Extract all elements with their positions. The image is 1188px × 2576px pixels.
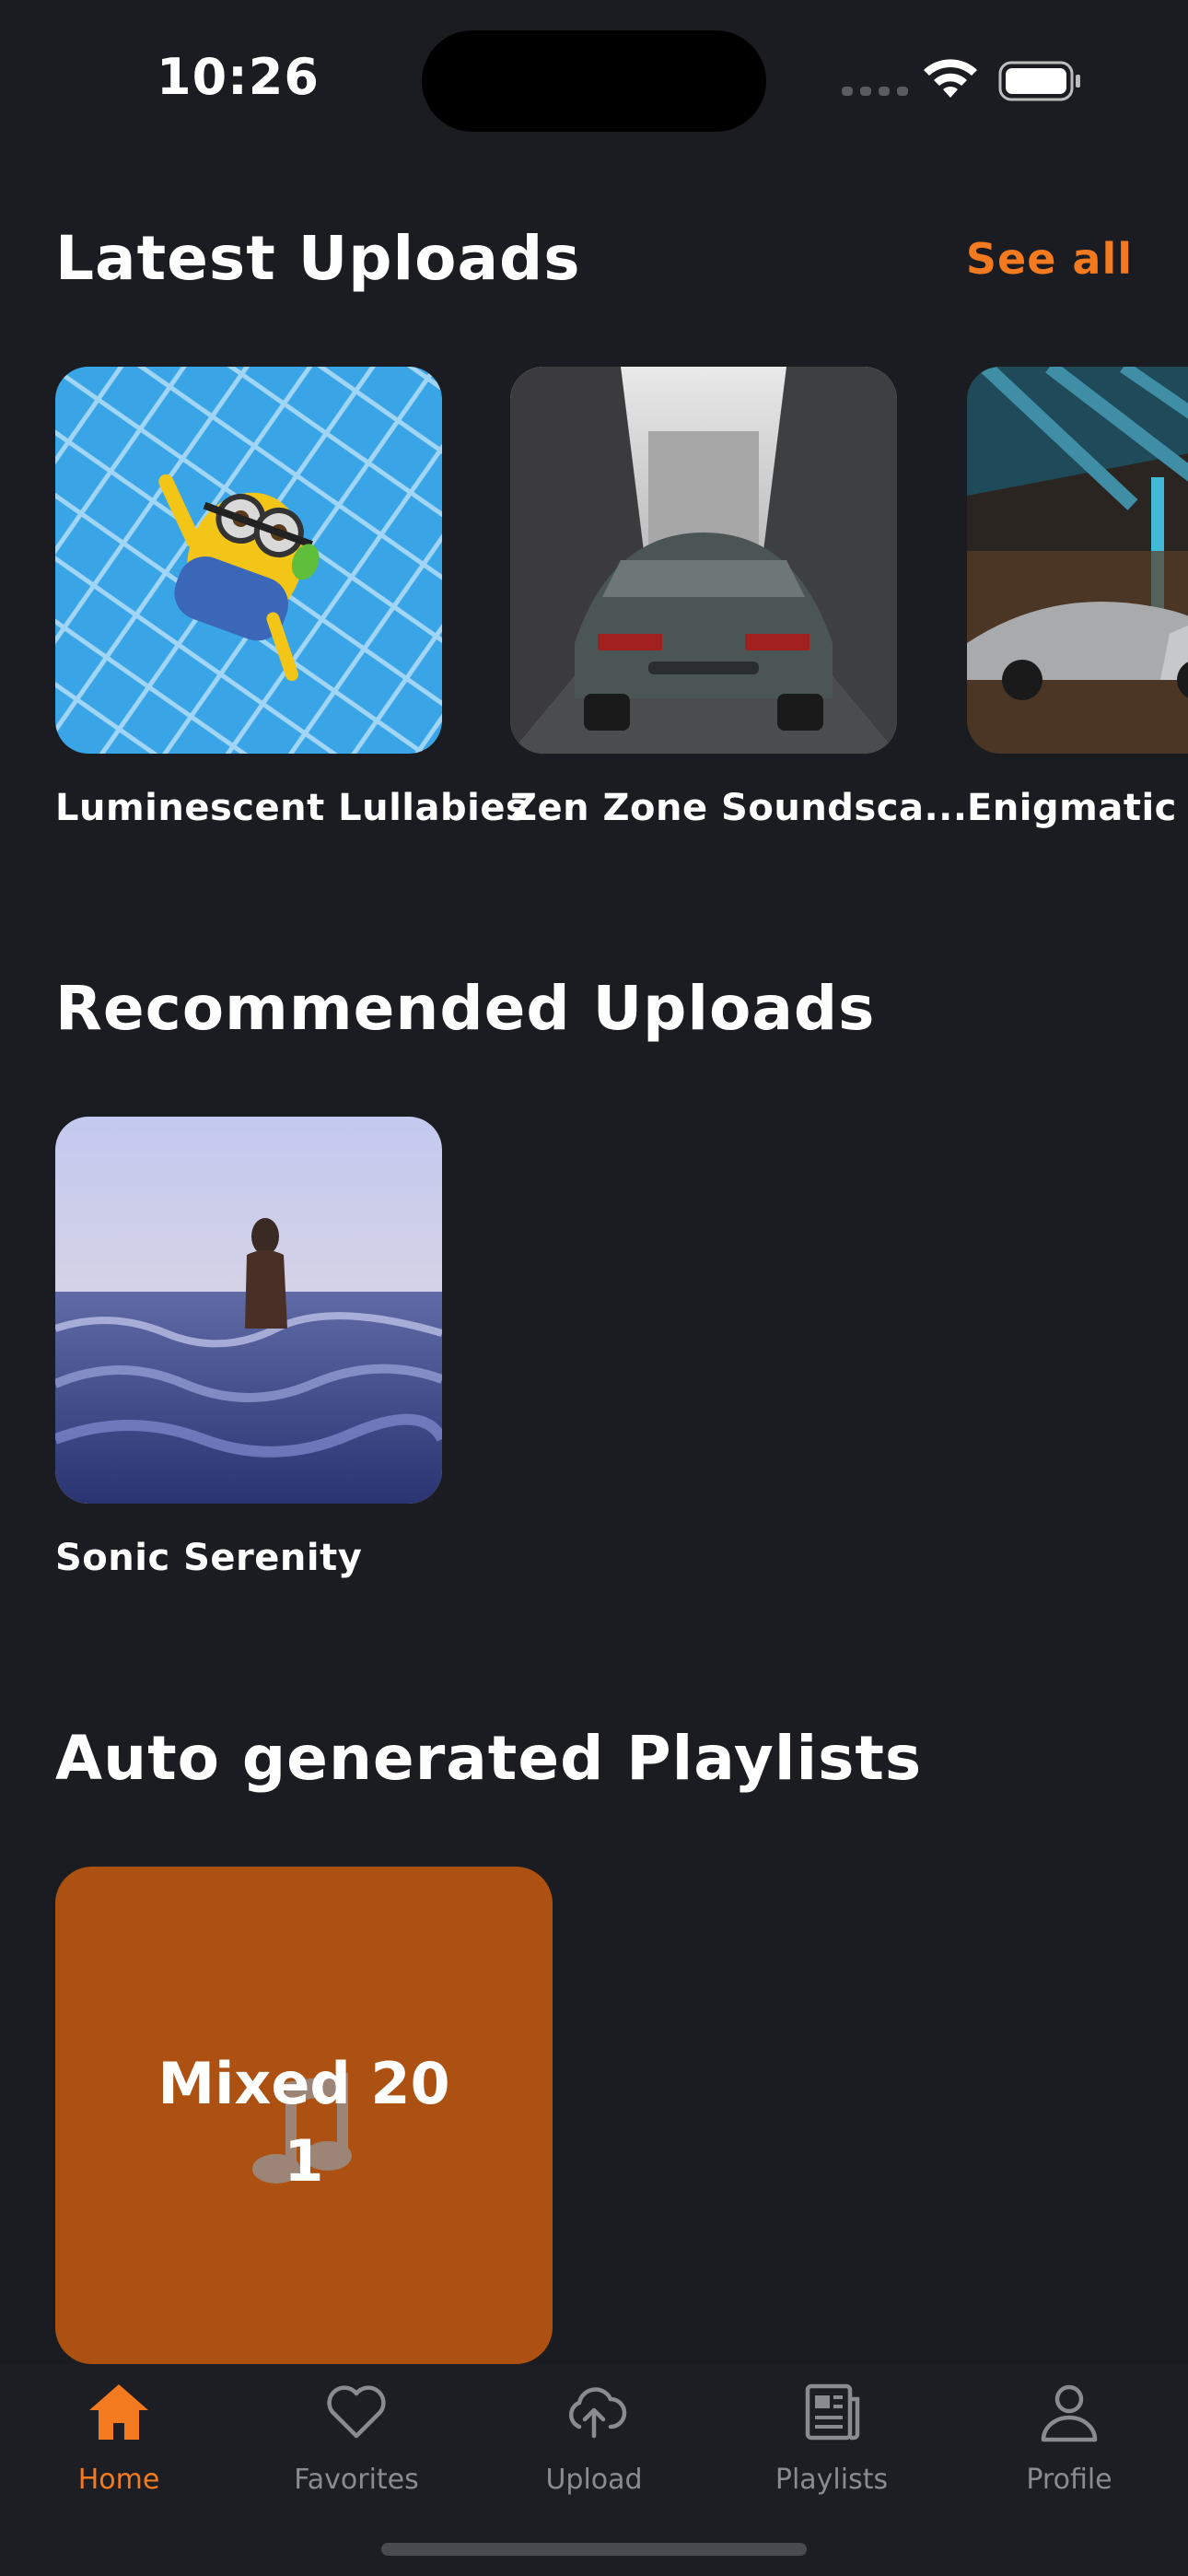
cover-art <box>55 1117 442 1504</box>
upload-card-title: Zen Zone Soundsca... <box>510 787 968 829</box>
home-icon <box>89 2384 148 2440</box>
tab-profile[interactable]: Profile <box>950 2364 1188 2502</box>
battery-icon <box>998 61 1080 101</box>
home-indicator[interactable] <box>381 2543 807 2556</box>
tab-playlists[interactable]: Playlists <box>713 2364 950 2502</box>
cloud-upload-icon <box>569 2387 627 2439</box>
playlist-title: Mixed 20 1 <box>157 2050 450 2195</box>
upload-card-title: Sonic Serenity <box>55 1537 363 1579</box>
cellular-signal-icon <box>842 87 908 96</box>
upload-card[interactable]: Zen Zone Soundsca... <box>510 367 968 829</box>
tab-favorites[interactable]: Favorites <box>238 2364 475 2502</box>
recommended-uploads-title: Recommended Uploads <box>55 973 876 1044</box>
profile-icon <box>1041 2384 1098 2442</box>
upload-card-title: Luminescent Lullabies <box>55 787 529 829</box>
tab-label: Profile <box>1026 2464 1112 2496</box>
playlist-card[interactable]: Mixed 20 1 <box>55 1867 553 2364</box>
tab-label: Home <box>77 2464 160 2496</box>
upload-card-title: Enigmatic E <box>967 787 1188 829</box>
latest-uploads-carousel[interactable]: Luminescent Lullabies Zen Zone Soundsca.… <box>0 367 1188 846</box>
playlists-icon <box>805 2383 860 2441</box>
upload-card[interactable]: Sonic Serenity <box>55 1117 442 1579</box>
upload-card[interactable]: Enigmatic E <box>967 367 1188 829</box>
status-time: 10:26 <box>157 48 320 106</box>
see-all-link[interactable]: See all <box>966 234 1133 284</box>
tab-label: Favorites <box>294 2464 419 2496</box>
cover-art <box>510 367 897 754</box>
tab-label: Upload <box>545 2464 643 2496</box>
cover-art <box>967 367 1188 754</box>
latest-uploads-title: Latest Uploads <box>55 223 581 294</box>
tab-label: Playlists <box>775 2464 889 2496</box>
dynamic-island <box>422 30 766 132</box>
cover-art <box>55 367 442 754</box>
wifi-icon <box>924 59 977 98</box>
upload-card[interactable]: Luminescent Lullabies <box>55 367 529 829</box>
status-bar: 10:26 <box>0 0 1188 157</box>
auto-playlists-title: Auto generated Playlists <box>55 1723 923 1794</box>
tab-upload[interactable]: Upload <box>475 2364 713 2502</box>
heart-icon <box>327 2385 386 2439</box>
tab-home[interactable]: Home <box>0 2364 238 2502</box>
